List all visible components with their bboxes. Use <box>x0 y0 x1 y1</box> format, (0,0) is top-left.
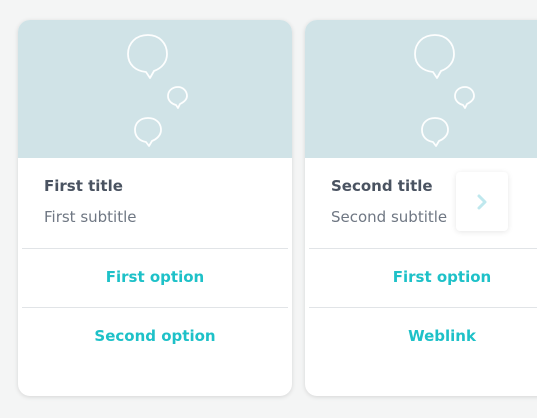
card-first: First title First subtitle First option … <box>18 20 292 396</box>
card-option-button[interactable]: First option <box>22 248 288 306</box>
card-subtitle: Second subtitle <box>331 208 448 226</box>
card-title: First title <box>44 177 123 195</box>
speech-bubbles-icon <box>127 34 188 147</box>
card-carousel: First title First subtitle First option … <box>0 0 537 418</box>
card-option-button[interactable]: Second option <box>22 307 288 365</box>
card-subtitle: First subtitle <box>44 208 137 226</box>
card-image <box>18 20 292 158</box>
carousel-next-button[interactable] <box>456 172 508 231</box>
card-image <box>305 20 537 158</box>
card-option-button[interactable]: First option <box>309 248 537 306</box>
card-title: Second title <box>331 177 433 195</box>
chevron-right-icon <box>477 194 487 209</box>
speech-bubbles-icon <box>414 34 475 147</box>
card-option-button[interactable]: Weblink <box>309 307 537 365</box>
